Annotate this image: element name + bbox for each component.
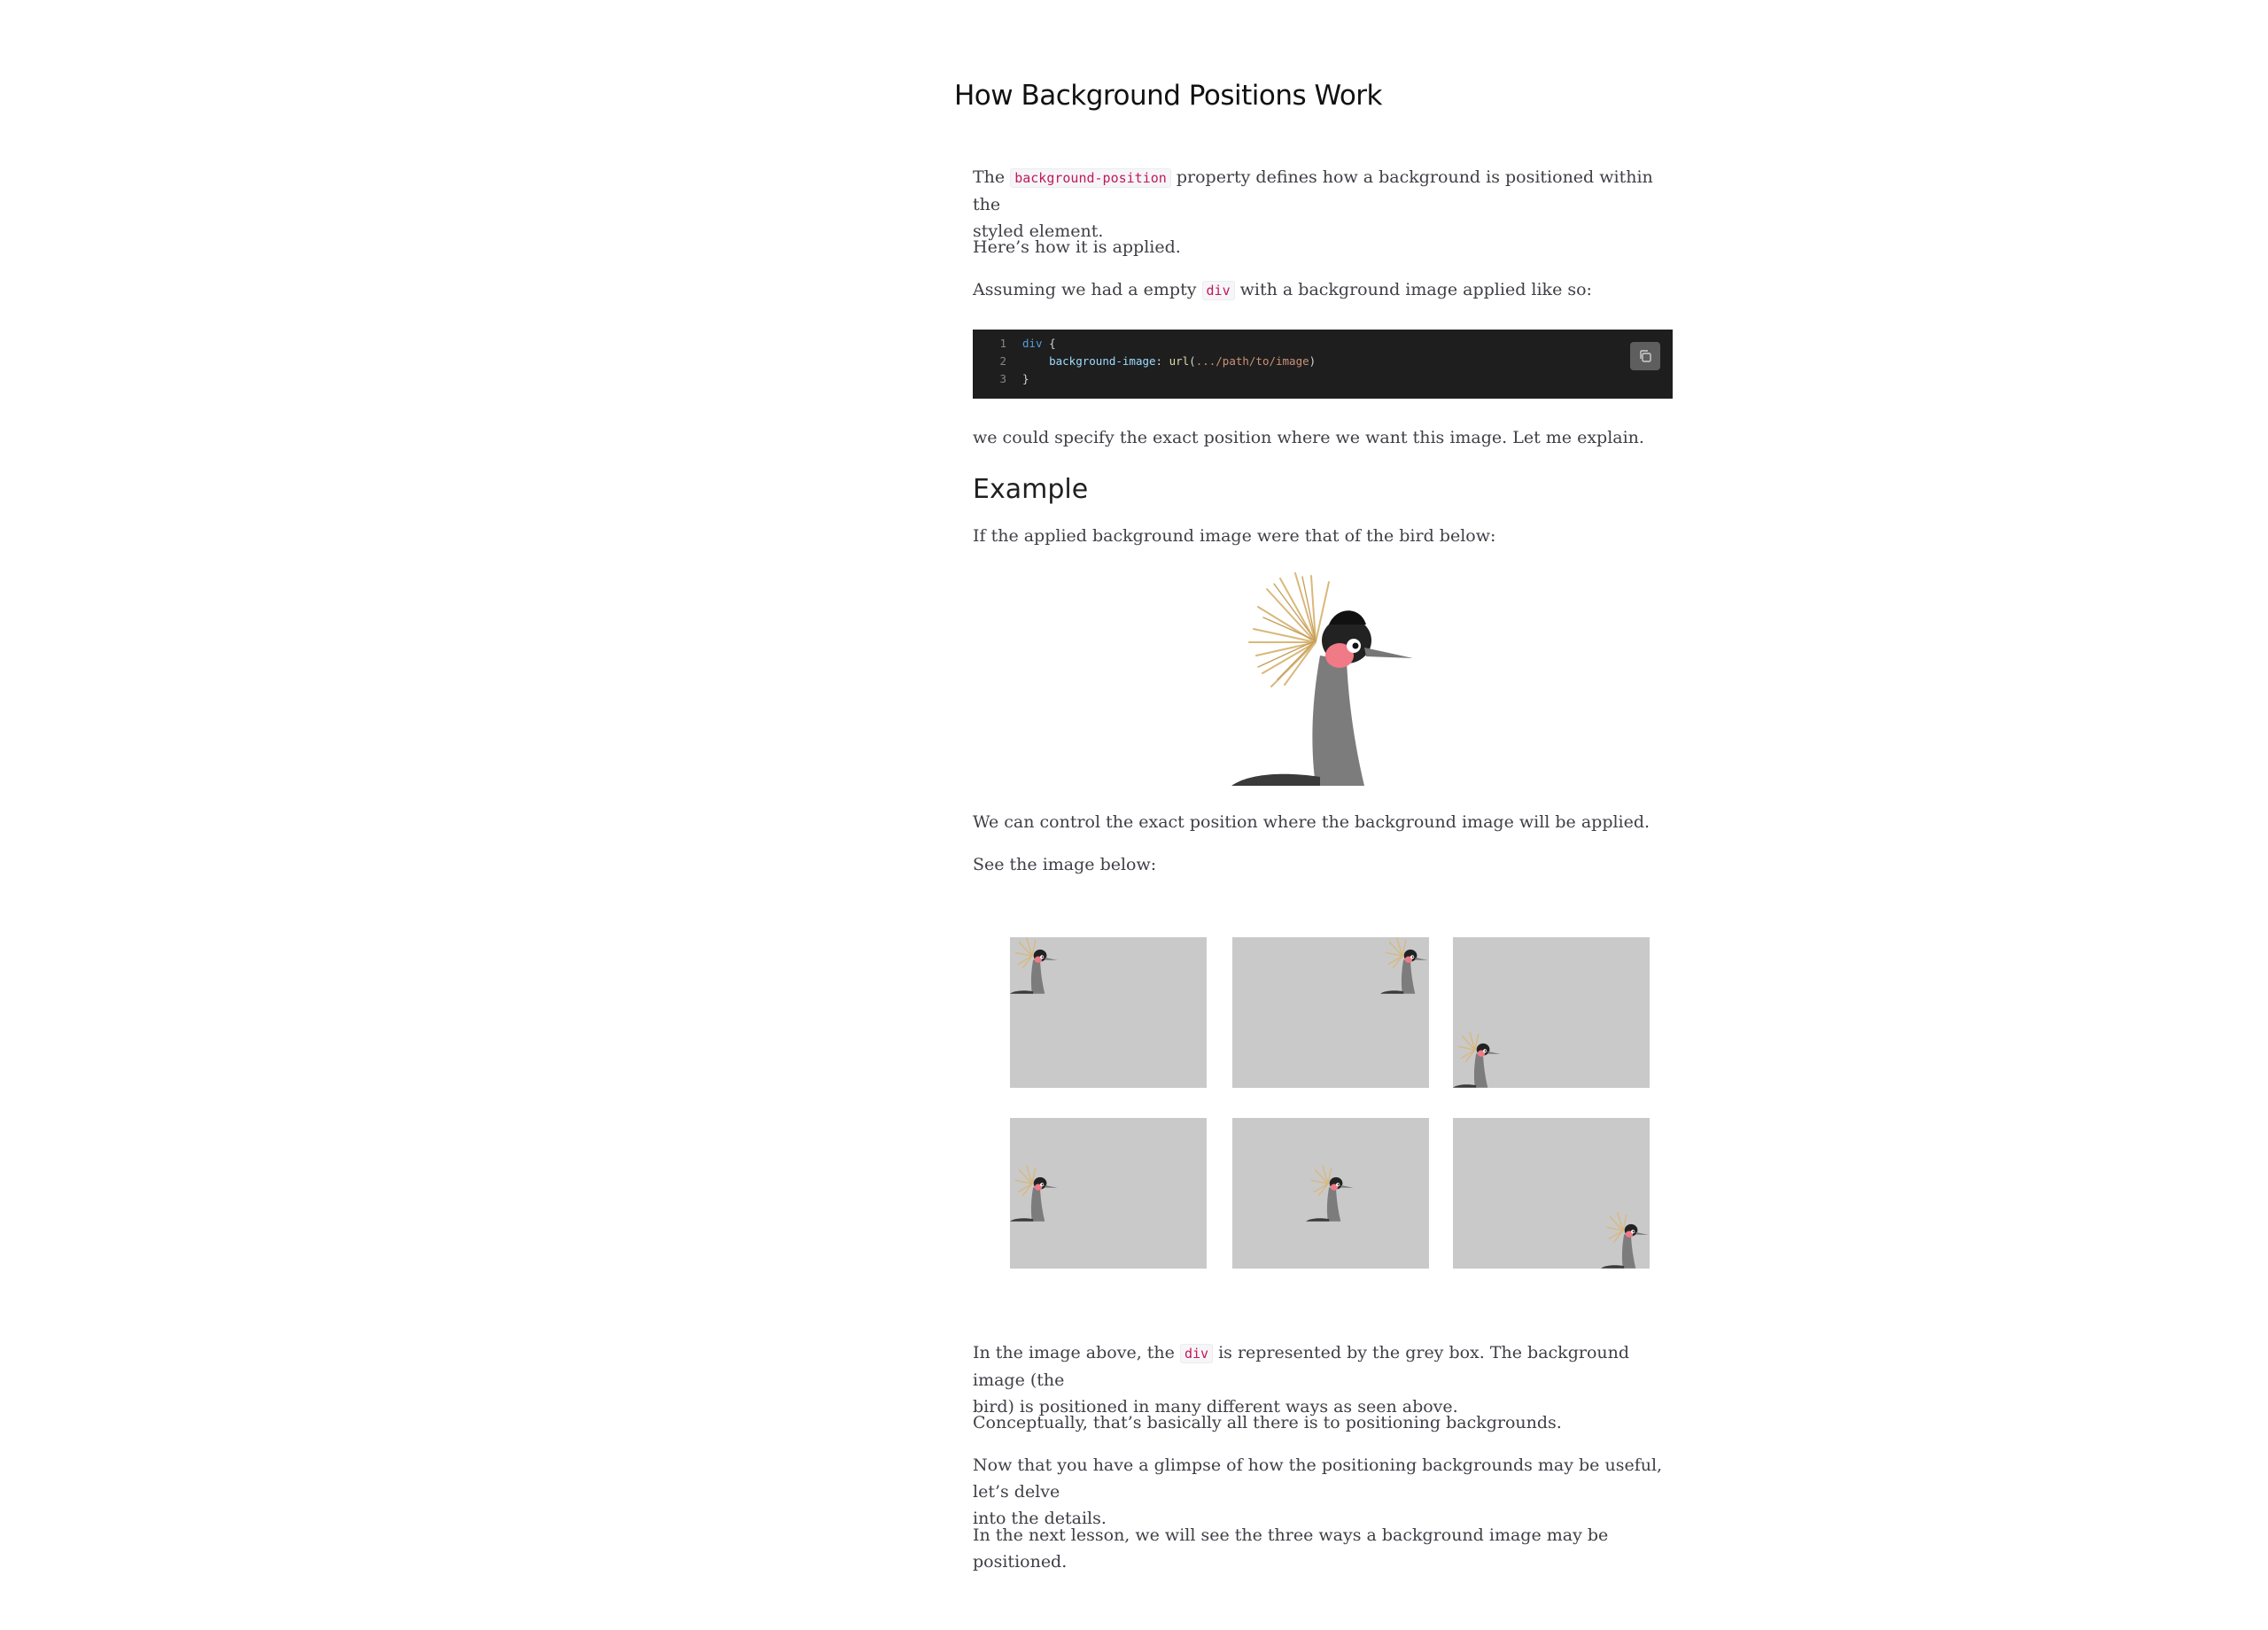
intro-paragraph-3: Assuming we had a empty div with a backg… [973,276,1592,304]
conclusion-paragraph-3: Now that you have a glimpse of how the p… [973,1452,1673,1532]
bird-image [1601,1212,1650,1269]
code-line: 3} [973,370,1673,388]
inline-code-div: div [1179,1344,1214,1363]
position-example-center [1232,1118,1429,1269]
after-code-paragraph: we could specify the exact position wher… [973,428,1644,447]
conclusion-text: In the image above, the [973,1343,1175,1362]
code-punct: { [1042,337,1056,350]
bird-image [1231,571,1418,786]
intro-paragraph-1: The background-position property defines… [973,164,1673,244]
bird-image [1010,1165,1059,1222]
line-number: 3 [999,372,1006,385]
code-line: 1 div { [973,335,1673,353]
conclusion-paragraph-2: Conceptually, that’s basically all there… [973,1413,1562,1432]
code-punct: ) [1309,354,1317,368]
example-paragraph-1: If the applied background image were tha… [973,526,1496,546]
position-example-top-right [1232,937,1429,1088]
inline-code-background-position: background-position [1010,168,1171,188]
code-punct: : [1155,354,1169,368]
bird-image [1453,1031,1502,1088]
inline-code-div: div [1201,281,1235,300]
conclusion-paragraph-1: In the image above, the div is represent… [973,1339,1673,1420]
code-string: .../path/to/image [1195,354,1309,368]
example-paragraph-2: We can control the exact position where … [973,812,1651,832]
line-number: 2 [999,354,1006,368]
copy-icon [1640,350,1651,362]
intro-text: Assuming we had a empty [973,280,1197,299]
conclusion-text: Now that you have a glimpse of how the p… [973,1455,1663,1502]
code-property: background-image [1049,354,1156,368]
position-example-bottom-right [1453,1118,1650,1269]
bird-image [1306,1165,1355,1222]
code-punct: ( [1189,354,1196,368]
example-paragraph-3: See the image below: [973,855,1157,874]
copy-code-button[interactable] [1630,342,1660,370]
code-line: 2 background-image: url(.../path/to/imag… [973,353,1673,370]
bird-image [1010,937,1059,994]
example-heading: Example [973,474,1089,505]
position-example-center-left [1010,1118,1207,1269]
code-selector: div [1022,337,1043,350]
intro-paragraph-2: Here’s how it is applied. [973,237,1181,257]
page-title: How Background Positions Work [954,80,1382,112]
code-function: url [1169,354,1190,368]
conclusion-paragraph-4: In the next lesson, we will see the thre… [973,1525,1609,1572]
code-block: 1 div { 2 background-image: url(.../path/… [973,330,1673,399]
line-number: 1 [999,337,1006,350]
position-example-bottom-left [1453,937,1650,1088]
position-example-top-left [1010,937,1207,1088]
bird-image [1380,937,1429,994]
intro-text: with a background image applied like so: [1239,280,1592,299]
intro-text: The [973,167,1006,187]
code-punct: } [1022,372,1029,385]
